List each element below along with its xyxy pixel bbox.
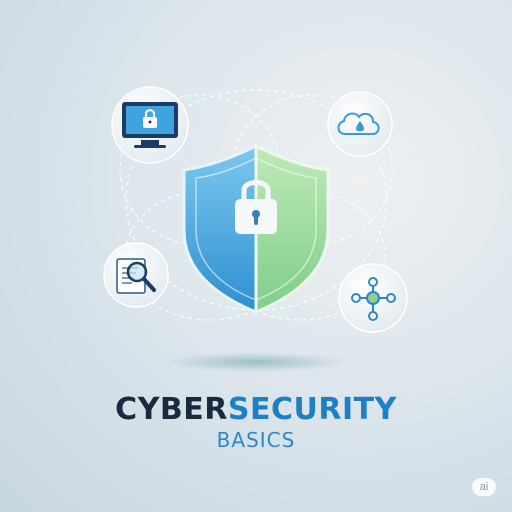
title-part-1: CYBER — [115, 392, 228, 427]
page-title: CYBERSECURITY — [0, 392, 512, 427]
shield-shadow — [164, 352, 348, 372]
cloud-icon — [327, 91, 393, 157]
document-search-icon — [103, 242, 169, 308]
ai-badge: ai — [472, 478, 496, 496]
shield-lock-icon — [182, 143, 330, 315]
monitor-lock-icon — [111, 86, 189, 164]
page-subtitle: BASICS — [216, 428, 296, 452]
title-part-2: SECURITY — [227, 392, 397, 427]
network-nodes-icon — [338, 263, 408, 333]
